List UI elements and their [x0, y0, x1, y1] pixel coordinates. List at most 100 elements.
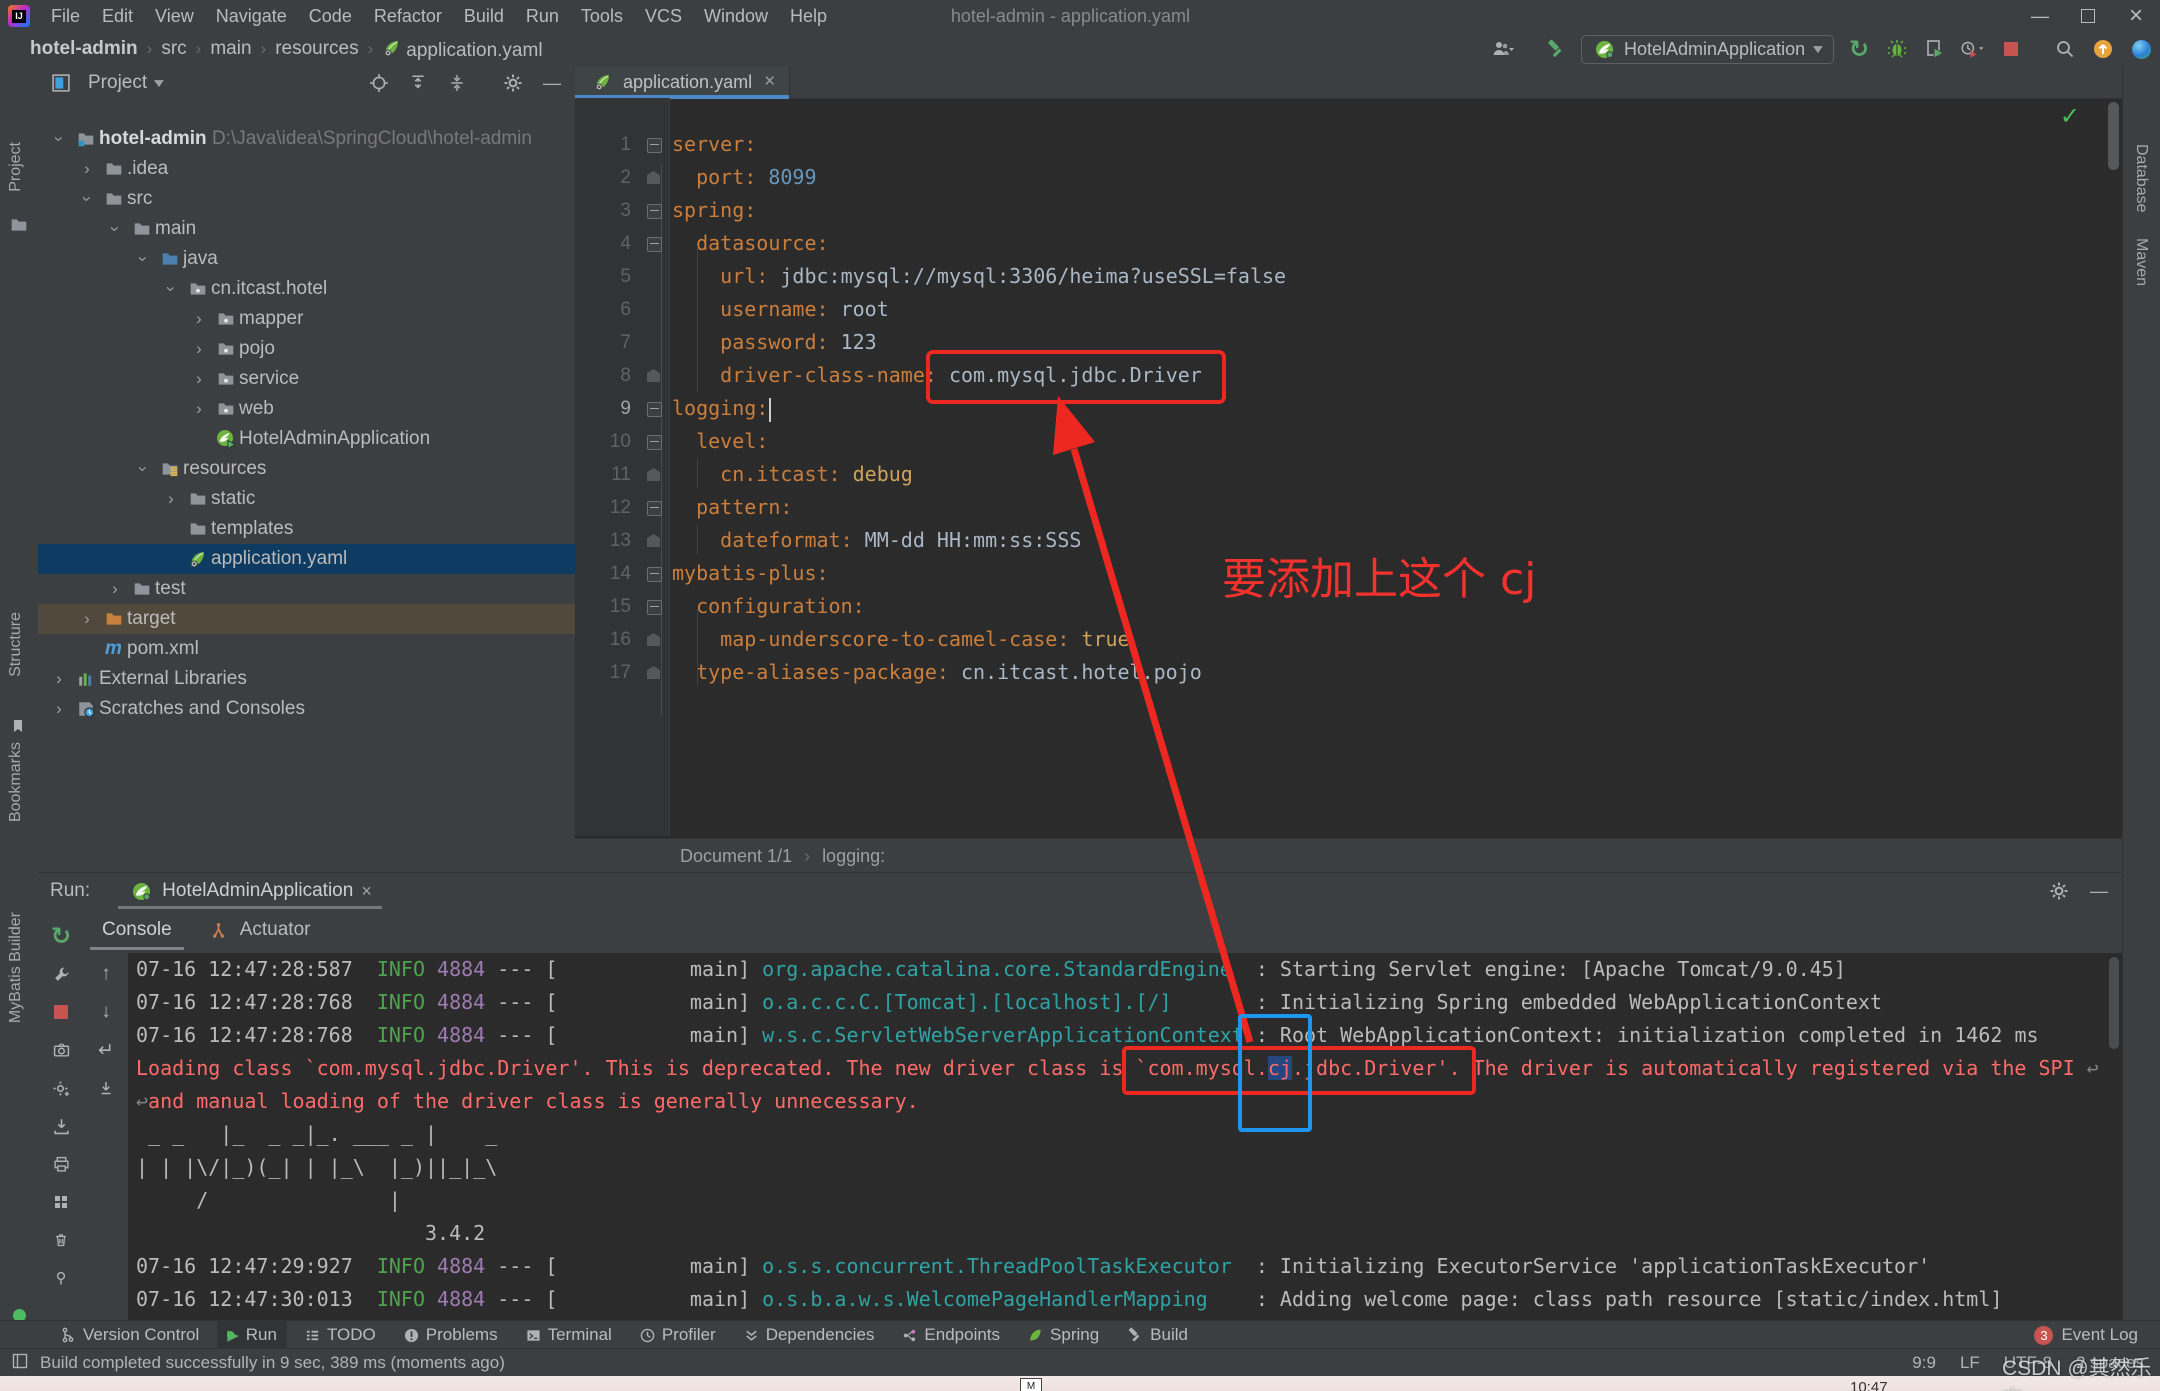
code-line-10[interactable]: level: — [672, 425, 2102, 458]
code-area[interactable]: server: port: 8099spring: datasource: ur… — [672, 98, 2102, 836]
soft-wrap-icon[interactable]: ↵ — [98, 1031, 114, 1069]
chevron-down-icon[interactable]: ▼ — [151, 76, 168, 90]
code-line-7[interactable]: password: 123 — [672, 326, 2102, 359]
toolbar-problems[interactable]: Problems — [394, 1321, 508, 1349]
menu-refactor[interactable]: Refactor — [363, 0, 453, 32]
toolbar-terminal[interactable]: Terminal — [516, 1321, 622, 1349]
tree-item-hotel-admin[interactable]: ›hotel-admin D:\Java\idea\SpringCloud\ho… — [38, 124, 575, 154]
code-line-12[interactable]: pattern: — [672, 491, 2102, 524]
tab-console[interactable]: Console — [90, 909, 184, 951]
printer-icon[interactable] — [53, 1145, 70, 1183]
fold-marker[interactable] — [647, 138, 662, 153]
import-icon[interactable] — [53, 1107, 70, 1145]
code-line-6[interactable]: username: root — [672, 293, 2102, 326]
chevron-expanded-icon[interactable]: › — [161, 276, 181, 302]
fold-marker[interactable] — [647, 402, 662, 417]
tree-item-resources[interactable]: ›resources — [38, 454, 575, 484]
chevron-collapsed-icon[interactable]: › — [186, 369, 212, 389]
tree-item-main[interactable]: ›main — [38, 214, 575, 244]
code-line-1[interactable]: server: — [672, 128, 2102, 161]
tree-item-pom-xml[interactable]: mpom.xml — [38, 634, 575, 664]
fold-marker[interactable] — [647, 468, 660, 481]
inspections-ok-icon[interactable]: ✓ — [2060, 102, 2080, 131]
project-locate-icon[interactable] — [366, 70, 392, 96]
tree-item-src[interactable]: ›src — [38, 184, 575, 214]
toolwindow-icon[interactable] — [12, 1353, 28, 1374]
event-log-button[interactable]: 3 Event Log — [2034, 1325, 2138, 1345]
menu-navigate[interactable]: Navigate — [205, 0, 298, 32]
toolbar-dependencies[interactable]: Dependencies — [734, 1321, 885, 1349]
tool-stripe-bookmarks[interactable]: Bookmarks — [7, 742, 25, 822]
tree-item-templates[interactable]: templates — [38, 514, 575, 544]
tree-item-service[interactable]: ›service — [38, 364, 575, 394]
close-icon[interactable]: × — [361, 881, 372, 902]
code-line-3[interactable]: spring: — [672, 194, 2102, 227]
fold-marker[interactable] — [647, 666, 660, 679]
rerun-icon[interactable]: ↻ — [51, 917, 71, 955]
tab-actuator[interactable]: Actuator — [206, 917, 311, 943]
toolbar-profiler[interactable]: Profiler — [630, 1321, 726, 1349]
chevron-collapsed-icon[interactable]: › — [46, 699, 72, 719]
gear-icon[interactable] — [2046, 878, 2072, 904]
menu-build[interactable]: Build — [453, 0, 515, 32]
editor-scrollbar[interactable] — [2108, 102, 2119, 170]
fold-marker[interactable] — [647, 501, 662, 516]
tree-item-external-libraries[interactable]: ›External Libraries — [38, 664, 575, 694]
toolbar-spring[interactable]: Spring — [1018, 1321, 1109, 1349]
stop-icon[interactable] — [54, 993, 68, 1031]
tree-item--idea[interactable]: ›.idea — [38, 154, 575, 184]
chevron-expanded-icon[interactable]: › — [133, 246, 153, 272]
trash-icon[interactable] — [53, 1221, 69, 1259]
down-icon[interactable]: ↓ — [101, 993, 111, 1031]
tree-item-hoteladminapplication[interactable]: HotelAdminApplication — [38, 424, 575, 454]
chevron-expanded-icon[interactable]: › — [133, 456, 153, 482]
code-line-4[interactable]: datasource: — [672, 227, 2102, 260]
fold-marker[interactable] — [647, 567, 662, 582]
menu-file[interactable]: File — [40, 0, 91, 32]
chevron-collapsed-icon[interactable]: › — [186, 399, 212, 419]
close-button[interactable]: × — [2112, 0, 2160, 32]
stop-icon[interactable] — [1998, 36, 2024, 62]
project-hide-icon[interactable]: — — [539, 70, 565, 96]
project-collapse-all-icon[interactable] — [444, 70, 470, 96]
code-line-2[interactable]: port: 8099 — [672, 161, 2102, 194]
update-icon[interactable] — [2090, 36, 2116, 62]
fold-marker[interactable] — [647, 534, 660, 547]
tool-stripe-mybatis-builder[interactable]: MyBatis Builder — [7, 912, 25, 1023]
debug-icon[interactable] — [1884, 36, 1910, 62]
tree-item-scratches-and-consoles[interactable]: ›Scratches and Consoles — [38, 694, 575, 724]
chevron-collapsed-icon[interactable]: › — [46, 669, 72, 689]
caret-position[interactable]: 9:9 — [1912, 1353, 1936, 1373]
fold-marker[interactable] — [647, 633, 660, 646]
tool-stripe-project[interactable]: Project — [7, 142, 25, 192]
breadcrumb-logging[interactable]: logging: — [822, 846, 885, 867]
tree-item-java[interactable]: ›java — [38, 244, 575, 274]
code-line-11[interactable]: cn.itcast: debug — [672, 458, 2102, 491]
tree-item-test[interactable]: ›test — [38, 574, 575, 604]
breadcrumb-document[interactable]: Document 1/1 — [680, 846, 792, 867]
gear-plus-icon[interactable] — [53, 1069, 70, 1107]
tool-stripe-maven[interactable]: Maven — [2132, 238, 2150, 286]
code-line-5[interactable]: url: jdbc:mysql://mysql:3306/heima?useSS… — [672, 260, 2102, 293]
menu-view[interactable]: View — [144, 0, 205, 32]
folder-icon[interactable] — [10, 216, 28, 239]
chevron-collapsed-icon[interactable]: › — [158, 489, 184, 509]
fold-marker[interactable] — [647, 204, 662, 219]
up-icon[interactable]: ↑ — [101, 955, 111, 993]
breadcrumb-item[interactable]: src — [161, 38, 186, 60]
menu-help[interactable]: Help — [779, 0, 838, 32]
fold-marker[interactable] — [647, 369, 660, 382]
minimize-button[interactable]: — — [2016, 0, 2064, 32]
hammer-icon[interactable] — [1543, 36, 1569, 62]
breadcrumb-item[interactable]: hotel-admin — [30, 38, 138, 60]
camera-icon[interactable] — [53, 1031, 70, 1069]
chevron-expanded-icon[interactable]: › — [77, 186, 97, 212]
chevron-collapsed-icon[interactable]: › — [74, 159, 100, 179]
menu-window[interactable]: Window — [693, 0, 779, 32]
run-configuration-select[interactable]: HotelAdminApplication ▼ — [1581, 35, 1834, 64]
fold-marker[interactable] — [647, 435, 662, 450]
menu-vcs[interactable]: VCS — [634, 0, 693, 32]
chevron-collapsed-icon[interactable]: › — [74, 609, 100, 629]
tree-item-mapper[interactable]: ›mapper — [38, 304, 575, 334]
chevron-collapsed-icon[interactable]: › — [186, 309, 212, 329]
